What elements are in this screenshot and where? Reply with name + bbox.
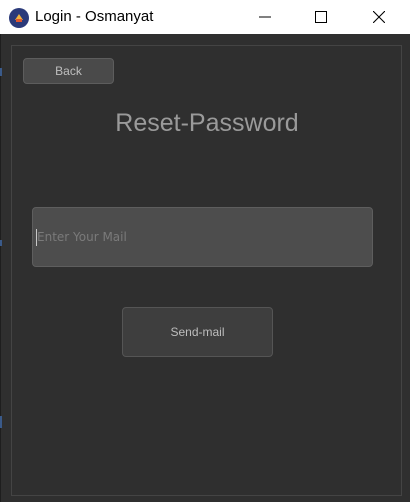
window-edge-accent: [0, 240, 2, 246]
close-icon: [373, 11, 385, 23]
minimize-icon: [259, 16, 271, 18]
window-edge-accent: [0, 416, 2, 428]
minimize-button[interactable]: [242, 0, 288, 34]
page-title: Reset-Password: [0, 108, 410, 138]
client-area: [0, 34, 410, 502]
close-button[interactable]: [356, 0, 402, 34]
title-bar[interactable]: Login - Osmanyat: [0, 0, 410, 34]
email-field[interactable]: [32, 207, 373, 267]
page-title-text: Reset-Password: [115, 109, 299, 137]
login-window: Login - Osmanyat Back Reset-Password Sen…: [0, 0, 410, 502]
window-title: Login - Osmanyat: [35, 8, 154, 25]
maximize-button[interactable]: [298, 0, 344, 34]
back-button[interactable]: Back: [23, 58, 114, 84]
maximize-icon: [315, 11, 327, 23]
text-caret: [36, 229, 37, 246]
send-mail-button[interactable]: Send-mail: [122, 307, 273, 357]
window-edge-accent: [0, 68, 2, 76]
app-icon: [9, 8, 29, 28]
